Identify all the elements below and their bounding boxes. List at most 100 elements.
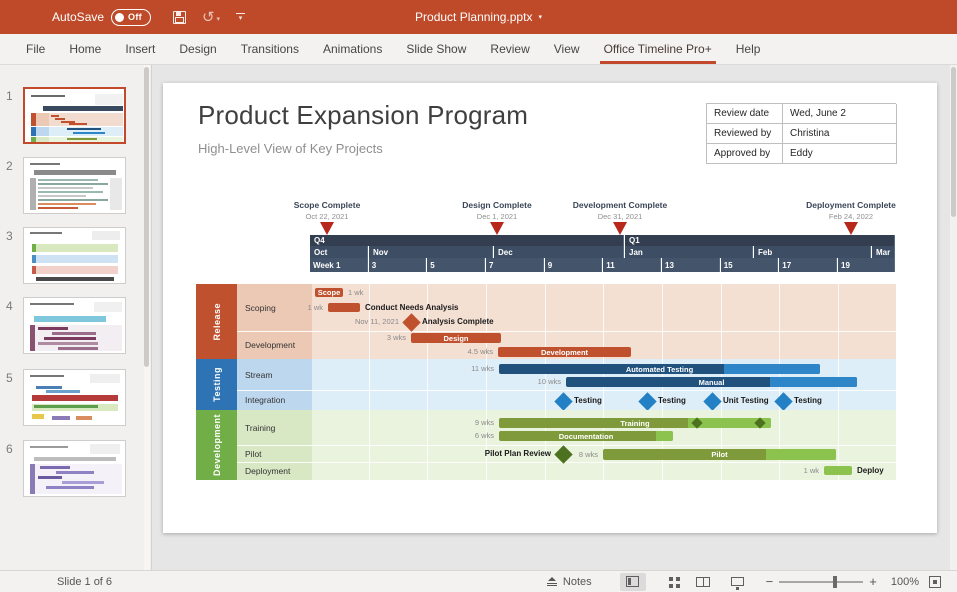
- milestone-title-scope-complete[interactable]: Scope Complete: [294, 200, 361, 210]
- slide-sorter-button[interactable]: [655, 573, 681, 591]
- status-bar: Slide 1 of 6 Notes − + 100%: [0, 570, 957, 592]
- canvas-scrollbar[interactable]: [950, 65, 957, 570]
- thumbnail-shape: [38, 199, 108, 201]
- tab-home[interactable]: Home: [57, 34, 113, 64]
- tab-view[interactable]: View: [542, 34, 592, 64]
- zoom-in-button[interactable]: +: [863, 574, 883, 589]
- task-bar-conduct-needs-analysis[interactable]: [328, 303, 360, 312]
- month-label: Oct: [310, 248, 327, 257]
- save-icon[interactable]: [173, 11, 186, 24]
- month-label: Jan: [625, 248, 643, 257]
- title-dropdown-icon[interactable]: ▾: [538, 13, 542, 22]
- slide-thumbnail-6[interactable]: [23, 440, 126, 497]
- thumbnail-shape: [32, 395, 118, 401]
- document-title[interactable]: Product Planning.pptx: [415, 10, 532, 24]
- thumbnail-shape: [30, 375, 64, 377]
- slideshow-button[interactable]: [725, 573, 751, 591]
- section-band-release[interactable]: Release: [196, 284, 237, 359]
- milestone-marker-icon[interactable]: [490, 222, 504, 235]
- tab-transitions[interactable]: Transitions: [229, 34, 311, 64]
- task-bar-pilot[interactable]: Pilot: [603, 449, 836, 460]
- tab-animations[interactable]: Animations: [311, 34, 394, 64]
- tab-help[interactable]: Help: [724, 34, 773, 64]
- tab-file[interactable]: File: [14, 34, 57, 64]
- milestone-title-deployment-complete[interactable]: Deployment Complete: [806, 200, 896, 210]
- gridline: [779, 284, 780, 359]
- task-bar-design[interactable]: Design: [411, 333, 501, 343]
- task-bar-documentation[interactable]: Documentation: [499, 431, 673, 441]
- slide-thumbnail-1[interactable]: [23, 87, 126, 144]
- milestone-title-development-complete[interactable]: Development Complete: [573, 200, 667, 210]
- notes-button[interactable]: Notes: [547, 576, 592, 588]
- reading-view-button[interactable]: [690, 573, 716, 591]
- thumbnail-shape: [73, 132, 105, 134]
- slide-thumbnail-panel: 123456: [0, 65, 152, 570]
- task-bar-training[interactable]: Training: [499, 418, 771, 428]
- thumbnail-shape: [38, 183, 108, 185]
- task-bar-manual[interactable]: Manual: [566, 377, 857, 387]
- week-label: 5: [427, 261, 434, 270]
- tab-design[interactable]: Design: [167, 34, 228, 64]
- thumbnail-number-4: 4: [6, 299, 13, 313]
- zoom-percentage[interactable]: 100%: [891, 576, 919, 588]
- autosave-pill[interactable]: Off: [111, 9, 151, 26]
- task-bar-development[interactable]: Development: [498, 347, 631, 357]
- tab-insert[interactable]: Insert: [113, 34, 167, 64]
- fit-slide-to-window-icon[interactable]: [929, 576, 941, 588]
- notes-icon: [547, 577, 557, 586]
- slide-thumbnail-3[interactable]: [23, 227, 126, 284]
- week-label: 9: [545, 261, 552, 270]
- undo-icon: ↺: [202, 11, 215, 24]
- slide-thumbnail-2[interactable]: [23, 157, 126, 214]
- section-band-development[interactable]: Development: [196, 410, 237, 480]
- task-bar-label: Pilot: [603, 449, 836, 460]
- week-label: Week 1: [310, 261, 340, 270]
- tab-slide-show[interactable]: Slide Show: [394, 34, 478, 64]
- thumbnail-shape: [62, 481, 104, 484]
- tab-review[interactable]: Review: [478, 34, 541, 64]
- zoom-slider[interactable]: [779, 581, 863, 583]
- week-label: 17: [779, 261, 791, 270]
- thumbnail-shape: [95, 94, 123, 105]
- thumbnail-shape: [38, 195, 86, 197]
- zoom-out-button[interactable]: −: [760, 574, 780, 589]
- task-bar-scope[interactable]: Scope: [315, 288, 343, 297]
- milestone-title-design-complete[interactable]: Design Complete: [462, 200, 531, 210]
- task-duration: 1 wk: [271, 303, 323, 313]
- normal-view-button[interactable]: [620, 573, 646, 591]
- autosave-toggle[interactable]: AutoSave Off: [52, 9, 151, 26]
- row-label-stream[interactable]: Stream: [237, 359, 312, 390]
- thumbnail-shape: [34, 457, 116, 461]
- reading-view-icon: [696, 577, 710, 587]
- row-label-integration[interactable]: Integration: [237, 390, 312, 410]
- row-label-training[interactable]: Training: [237, 410, 312, 445]
- row-label-deployment[interactable]: Deployment: [237, 462, 312, 480]
- section-band-testing[interactable]: Testing: [196, 359, 237, 410]
- slide-thumbnail-4[interactable]: [23, 297, 126, 354]
- gridline: [662, 284, 663, 359]
- undo-dropdown-icon[interactable]: ▾: [217, 15, 221, 24]
- zoom-slider-handle[interactable]: [833, 576, 837, 588]
- row-divider: [237, 462, 896, 463]
- slide-thumbnail-5[interactable]: [23, 369, 126, 426]
- tab-office-timeline-pro[interactable]: Office Timeline Pro+: [592, 34, 724, 64]
- thumbnail-scrollbar[interactable]: [144, 65, 150, 570]
- undo-button[interactable]: ↺ ▾: [202, 11, 220, 24]
- milestone-marker-icon[interactable]: [613, 222, 627, 235]
- row-label-development[interactable]: Development: [237, 331, 312, 359]
- thumbnail-shape: [32, 244, 118, 252]
- gridline: [721, 284, 722, 359]
- task-bar-deploy[interactable]: [824, 466, 852, 475]
- row-label-pilot[interactable]: Pilot: [237, 445, 312, 462]
- slide-1[interactable]: Product Expansion Program High-Level Vie…: [163, 83, 937, 533]
- thumbnail-shape: [90, 374, 120, 383]
- gridline: [427, 359, 428, 410]
- customize-toolbar-button[interactable]: ▾: [236, 13, 245, 21]
- title-bar: AutoSave Off ↺ ▾ ▾ Product Planning.pptx…: [0, 0, 957, 34]
- milestone-marker-icon[interactable]: [320, 222, 334, 235]
- milestone-marker-icon[interactable]: [844, 222, 858, 235]
- timeline-month-feb: Feb: [754, 246, 871, 258]
- thumbnail-shape: [90, 444, 120, 454]
- task-bar-automated-testing[interactable]: Automated Testing: [499, 364, 820, 374]
- thumbnail-shape: [36, 137, 49, 144]
